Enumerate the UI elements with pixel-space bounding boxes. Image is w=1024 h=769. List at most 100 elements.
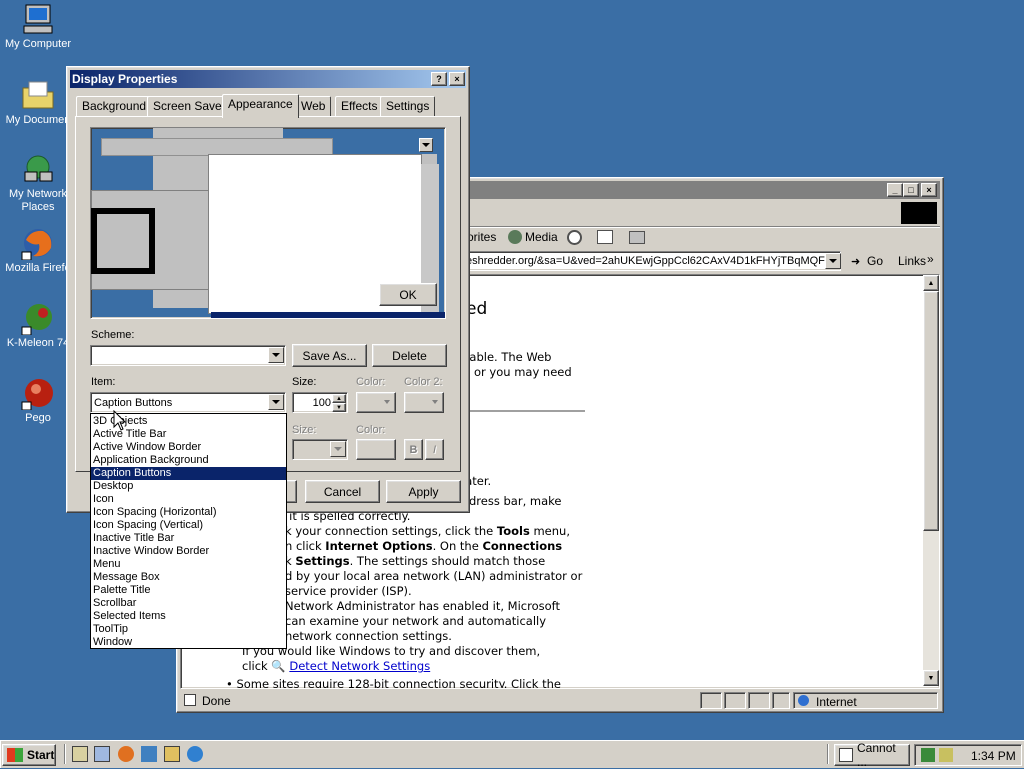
color2-picker[interactable] — [404, 392, 444, 413]
item-option[interactable]: Icon — [91, 493, 286, 506]
italic-button[interactable]: I — [425, 439, 444, 460]
desktop-icon-my-network-places[interactable]: My Network Places — [0, 152, 76, 214]
start-button[interactable]: Start — [2, 744, 56, 766]
scroll-up-button[interactable]: ▲ — [923, 275, 939, 291]
desktop-icon-my-computer[interactable]: My Computer — [0, 2, 76, 51]
item-option[interactable]: Window — [91, 636, 286, 649]
color-picker[interactable] — [356, 392, 396, 413]
tab-background[interactable]: Background — [76, 96, 153, 117]
mail-icon[interactable] — [597, 230, 613, 244]
item-option[interactable]: Selected Items — [91, 610, 286, 623]
item-option[interactable]: Inactive Window Border — [91, 545, 286, 558]
links-button[interactable]: Links — [898, 254, 926, 268]
item-label: Item: — [91, 376, 116, 388]
item-option[interactable]: Palette Title — [91, 584, 286, 597]
quicklaunch-ie-icon[interactable] — [187, 746, 203, 762]
tab-screen-saver[interactable]: Screen Saver — [147, 96, 232, 117]
desktop-icon-my-documents[interactable]: My Documen — [0, 78, 76, 127]
show-desktop-icon[interactable] — [72, 746, 88, 762]
quicklaunch-search-icon[interactable] — [164, 746, 180, 762]
item-dropdown-list: 3D Objects Active Title Bar Active Window … — [90, 413, 287, 649]
content-line: • Some sites require 128-bit connection … — [226, 677, 561, 689]
media-icon — [508, 230, 522, 244]
tab-web[interactable]: Web — [295, 96, 332, 117]
status-pane — [772, 692, 790, 709]
content-line: k your connection settings, click the To… — [285, 524, 570, 538]
desktop-icon-firefox[interactable]: Mozilla Firefo — [0, 226, 76, 275]
item-option[interactable]: Menu — [91, 558, 286, 571]
item-option[interactable]: Icon Spacing (Vertical) — [91, 519, 286, 532]
scroll-down-button[interactable]: ▼ — [923, 670, 939, 686]
cancel-button[interactable]: Cancel — [305, 480, 380, 503]
system-tray: 1:34 PM — [914, 744, 1022, 766]
item-option[interactable]: Message Box — [91, 571, 286, 584]
scroll-thumb[interactable] — [923, 291, 939, 531]
dialog-title: Display Properties — [72, 72, 178, 86]
task-label: Cannot ... — [857, 741, 896, 769]
item-option[interactable]: Active Window Border — [91, 441, 286, 454]
size-value: 100 — [312, 397, 331, 409]
toolbar-media[interactable]: Media — [525, 230, 558, 244]
desktop-icon-label: Pego — [25, 412, 51, 424]
size-down-button[interactable]: ▼ — [332, 403, 346, 412]
close-button[interactable]: × — [921, 183, 937, 197]
content-line: dress bar, make — [469, 494, 562, 508]
desktop-icon-k-meleon[interactable]: K-Meleon 74 — [0, 301, 76, 350]
content-line: service provider (ISP). — [285, 584, 412, 598]
firefox-icon — [21, 226, 55, 261]
size-up-button[interactable]: ▲ — [332, 394, 346, 403]
item-option[interactable]: Inactive Title Bar — [91, 532, 286, 545]
content-line: k Settings. The settings should match th… — [285, 554, 546, 568]
taskbar-task-cannot[interactable]: Cannot ... — [834, 741, 910, 769]
computer-icon — [21, 2, 55, 36]
minimize-button[interactable]: _ — [887, 183, 903, 197]
address-dropdown-arrow[interactable] — [825, 253, 841, 269]
apply-button[interactable]: Apply — [386, 480, 461, 503]
item-option[interactable]: ToolTip — [91, 623, 286, 636]
help-button[interactable]: ? — [431, 72, 447, 86]
tab-appearance[interactable]: Appearance — [222, 94, 299, 118]
status-pane — [700, 692, 722, 709]
network-tray-icon[interactable] — [921, 748, 935, 762]
item-option[interactable]: Icon Spacing (Horizontal) — [91, 506, 286, 519]
network-icon — [21, 152, 55, 186]
close-button[interactable]: × — [449, 72, 465, 86]
scheme-label: Scheme: — [91, 329, 135, 341]
print-icon[interactable] — [629, 231, 645, 244]
tab-effects[interactable]: Effects — [335, 96, 384, 117]
clock[interactable]: 1:34 PM — [971, 749, 1016, 763]
font-size-dropdown-arrow[interactable] — [330, 441, 346, 457]
bold-button[interactable]: B — [404, 439, 423, 460]
item-option[interactable]: Scrollbar — [91, 597, 286, 610]
color-picker-arrow-icon — [384, 400, 390, 404]
item-value: Caption Buttons — [94, 397, 173, 409]
quicklaunch-outlook-icon[interactable] — [141, 746, 157, 762]
quicklaunch-firefox-icon[interactable] — [118, 746, 134, 762]
item-dropdown-arrow[interactable] — [268, 394, 284, 410]
font-color-picker[interactable] — [356, 439, 396, 460]
volume-tray-icon[interactable] — [939, 748, 953, 762]
folder-icon — [21, 78, 55, 112]
tab-settings[interactable]: Settings — [380, 96, 436, 117]
color2-picker-arrow-icon — [432, 400, 438, 404]
content-divider — [451, 410, 585, 412]
delete-button[interactable]: Delete — [372, 344, 447, 367]
scheme-dropdown-arrow[interactable] — [268, 347, 284, 363]
item-option[interactable]: Caption Buttons — [91, 467, 286, 480]
save-as-button[interactable]: Save As... — [292, 344, 367, 367]
toolbar-favorites[interactable]: orites — [467, 230, 496, 244]
content-line: can examine your network and automatical… — [285, 614, 547, 628]
desktop-icon-label: K-Meleon 74 — [6, 337, 70, 349]
item-option[interactable]: Desktop — [91, 480, 286, 493]
item-option[interactable]: Application Background — [91, 454, 286, 467]
address-field[interactable]: eshredder.org/&sa=U&ved=2ahUKEwjGppCcl62… — [463, 251, 841, 271]
desktop-icon-pego[interactable]: Pego — [0, 376, 76, 425]
detect-network-link[interactable]: Detect Network Settings — [289, 659, 430, 673]
quicklaunch-ie-settings-icon[interactable] — [94, 746, 110, 762]
go-button[interactable]: Go — [867, 254, 883, 268]
maximize-button[interactable]: □ — [903, 183, 919, 197]
content-line: ailable. The Web — [456, 350, 552, 364]
history-icon[interactable] — [567, 230, 582, 245]
status-zone: Internet — [793, 692, 938, 709]
scheme-select[interactable] — [90, 345, 286, 366]
